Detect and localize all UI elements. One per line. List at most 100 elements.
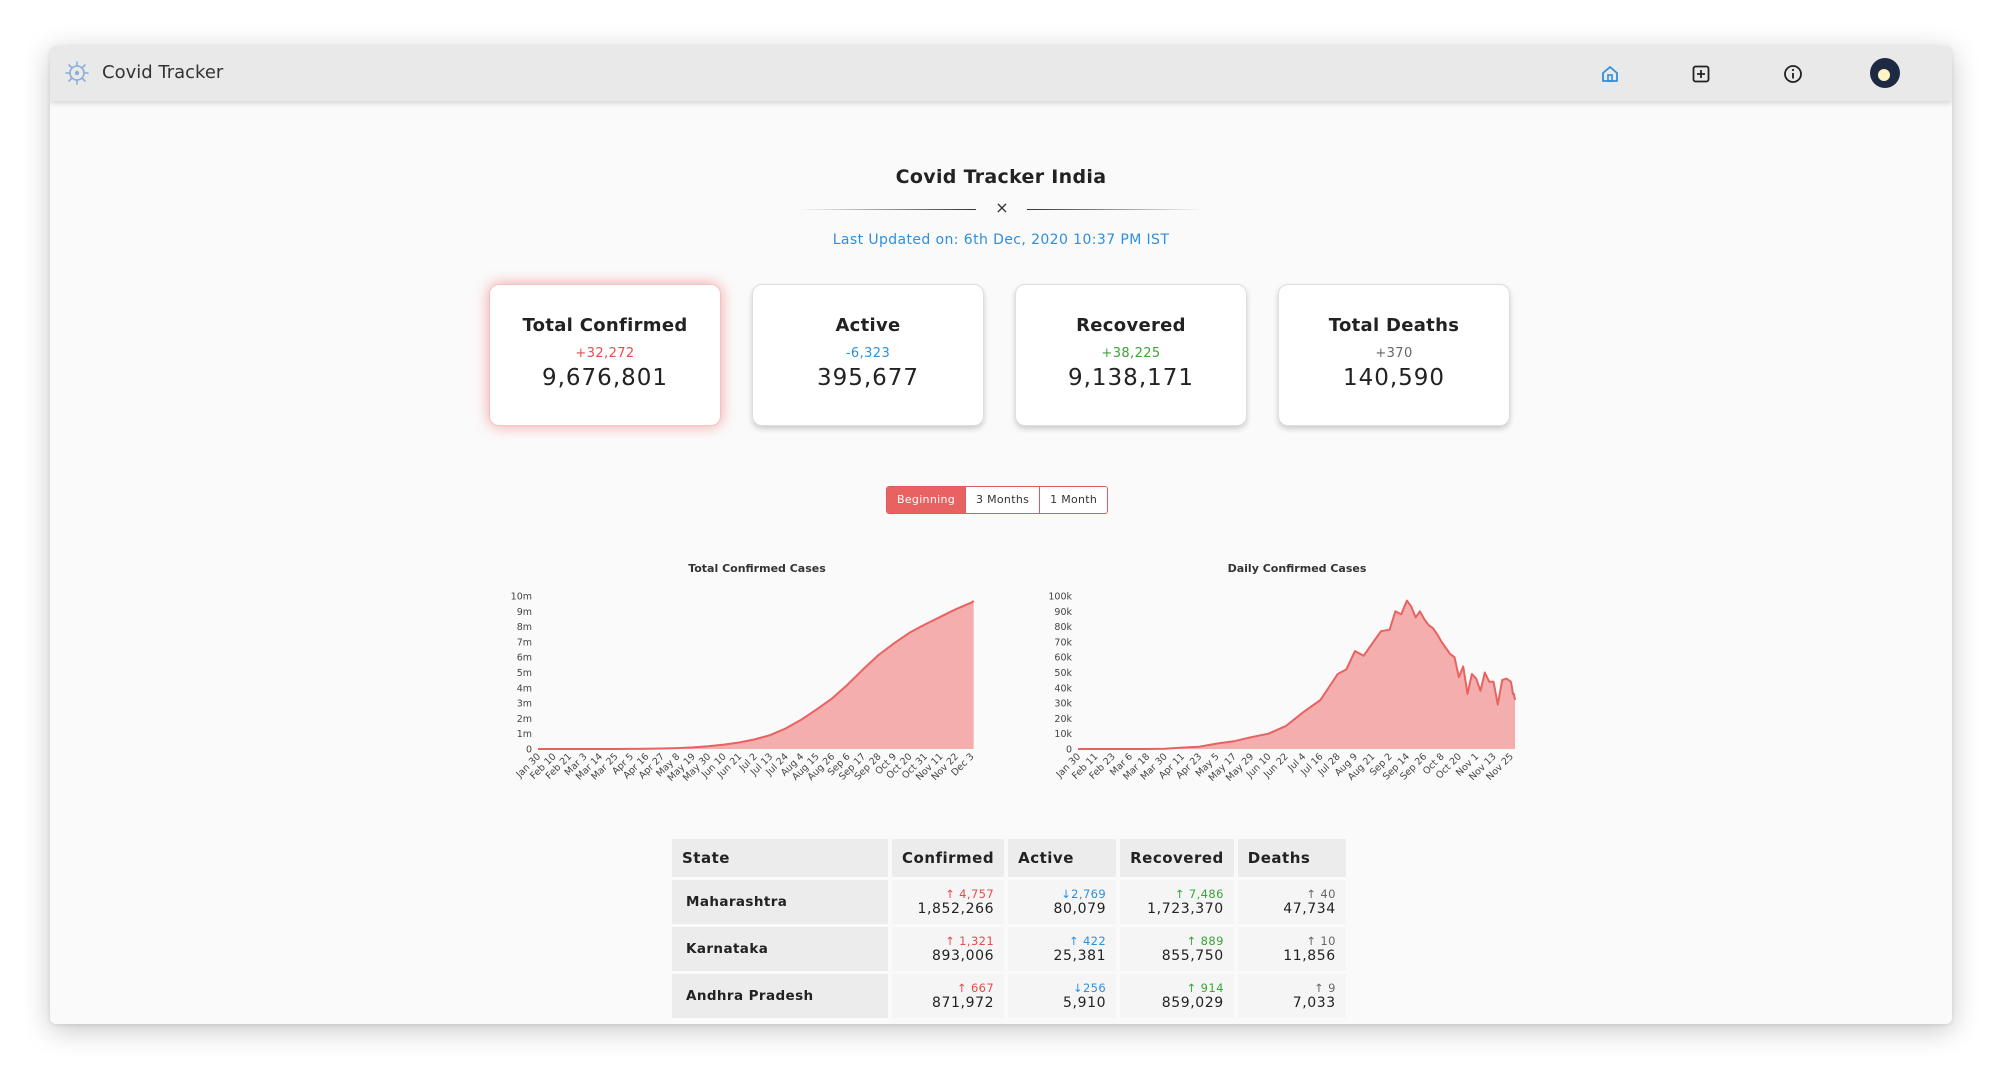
card-title: Recovered — [1076, 315, 1186, 336]
active-value: 80,079 — [1053, 901, 1107, 917]
recovered-cell: ↑ 914 859,029 — [1120, 974, 1234, 1018]
card-total-confirmed[interactable]: Total Confirmed +32,272 9,676,801 — [489, 284, 721, 426]
deaths-delta: ↑ 40 — [1306, 887, 1336, 901]
time-range-toggle: Beginning 3 Months 1 Month — [886, 486, 1109, 514]
table-row[interactable]: Maharashtra ↑ 4,757 1,852,266 ↓2,769 80,07… — [672, 880, 1346, 924]
table-row[interactable]: Karnataka ↑ 1,321 893,006 ↑ 422 25,381 ↑ 8… — [672, 927, 1346, 971]
confirmed-value: 1,852,266 — [917, 901, 995, 917]
home-icon[interactable] — [1597, 61, 1623, 87]
divider-close-icon: × — [995, 198, 1009, 217]
y-tick-label: 5m — [517, 668, 532, 679]
deaths-delta: ↑ 9 — [1313, 981, 1336, 995]
y-tick-label: 2m — [517, 714, 532, 725]
active-cell: ↑ 422 25,381 — [1008, 927, 1117, 971]
page-title: Covid Tracker India — [895, 166, 1107, 188]
range-beginning-button[interactable]: Beginning — [887, 487, 966, 513]
recovered-value: 855,750 — [1161, 948, 1224, 964]
confirmed-cell: ↑ 667 871,972 — [892, 974, 1005, 1018]
header-confirmed[interactable]: Confirmed — [892, 839, 1005, 877]
deaths-delta: ↑ 10 — [1306, 934, 1336, 948]
recovered-value: 859,029 — [1161, 995, 1224, 1011]
confirmed-cell: ↑ 1,321 893,006 — [892, 927, 1005, 971]
state-name: Maharashtra — [672, 880, 888, 924]
chart-svg: Daily Confirmed Cases 0 10k 20k 30k 40k 50k 60k… — [1048, 562, 1516, 784]
deaths-cell: ↑ 40 47,734 — [1237, 880, 1346, 924]
y-tick-label: 0 — [526, 745, 532, 756]
table-header-row: State Confirmed Active Recovered Deaths — [672, 839, 1346, 877]
y-tick-label: 80k — [1054, 622, 1072, 633]
recovered-delta: ↑ 7,486 — [1174, 887, 1224, 901]
chart-title: Total Confirmed Cases — [688, 562, 826, 575]
y-tick-label: 7m — [517, 637, 532, 648]
y-tick-label: 3m — [517, 699, 532, 710]
deaths-cell: ↑ 10 11,856 — [1237, 927, 1346, 971]
card-recovered[interactable]: Recovered +38,225 9,138,171 — [1015, 284, 1247, 426]
virus-logo-icon — [64, 60, 90, 86]
deaths-value: 7,033 — [1292, 995, 1336, 1011]
y-tick-label: 60k — [1054, 653, 1072, 664]
confirmed-cell: ↑ 4,757 1,852,266 — [892, 880, 1005, 924]
last-updated-text: Last Updated on: 6th Dec, 2020 10:37 PM … — [832, 232, 1170, 248]
chart-title: Daily Confirmed Cases — [1228, 562, 1367, 575]
divider-left — [800, 209, 976, 210]
y-tick-label: 20k — [1054, 714, 1072, 725]
card-title: Total Confirmed — [522, 315, 688, 336]
divider-right — [1027, 209, 1203, 210]
app-title: Covid Tracker — [102, 62, 224, 83]
card-value: 9,138,171 — [1067, 365, 1195, 391]
info-circle-icon[interactable] — [1780, 61, 1806, 87]
y-tick-label: 90k — [1054, 607, 1072, 618]
y-tick-label: 4m — [517, 683, 532, 694]
active-cell: ↓2,769 80,079 — [1008, 880, 1117, 924]
y-tick-label: 10k — [1054, 729, 1072, 740]
confirmed-value: 871,972 — [932, 995, 995, 1011]
card-delta: +370 — [1375, 346, 1413, 361]
y-tick-label: 100k — [1048, 592, 1072, 603]
card-value: 9,676,801 — [541, 365, 669, 391]
deaths-cell: ↑ 9 7,033 — [1237, 974, 1346, 1018]
confirmed-delta: ↑ 4,757 — [945, 887, 995, 901]
card-active[interactable]: Active -6,323 395,677 — [752, 284, 984, 426]
deaths-value: 47,734 — [1283, 901, 1336, 917]
moon-icon — [1878, 68, 1890, 81]
header-deaths[interactable]: Deaths — [1237, 839, 1346, 877]
range-1-month-button[interactable]: 1 Month — [1039, 487, 1108, 513]
y-tick-label: 70k — [1054, 637, 1072, 648]
y-tick-label: 1m — [517, 729, 532, 740]
active-delta: ↑ 422 — [1068, 934, 1107, 948]
state-name: Karnataka — [672, 927, 888, 971]
chart-svg: Total Confirmed Cases 0 1m 2m 3m 4m 5m 6m 7m 8m 9m… — [511, 562, 977, 784]
card-value: 140,590 — [1342, 365, 1446, 391]
y-tick-label: 0 — [1066, 745, 1072, 756]
active-delta: ↓256 — [1072, 981, 1107, 995]
card-total-deaths[interactable]: Total Deaths +370 140,590 — [1278, 284, 1510, 426]
series-area — [1078, 600, 1515, 749]
series-area — [538, 600, 974, 749]
active-value: 25,381 — [1053, 948, 1107, 964]
card-title: Active — [835, 315, 901, 336]
header-state[interactable]: State — [672, 839, 888, 877]
plus-square-icon[interactable] — [1688, 61, 1714, 87]
recovered-cell: ↑ 7,486 1,723,370 — [1120, 880, 1234, 924]
card-title: Total Deaths — [1328, 315, 1460, 336]
header-recovered[interactable]: Recovered — [1120, 839, 1234, 877]
recovered-delta: ↑ 914 — [1186, 981, 1224, 995]
app-window: Covid Tracker Covid Tracker India × Last… — [50, 46, 1952, 1024]
total-confirmed-chart: Total Confirmed Cases 0 1m 2m 3m 4m 5m 6m 7m 8m 9m… — [490, 556, 990, 786]
active-value: 5,910 — [1063, 995, 1107, 1011]
active-cell: ↓256 5,910 — [1008, 974, 1117, 1018]
card-delta: +32,272 — [575, 346, 635, 361]
theme-toggle-avatar[interactable] — [1870, 58, 1900, 88]
daily-confirmed-chart: Daily Confirmed Cases 0 10k 20k 30k 40k 50k 60k… — [1030, 556, 1530, 786]
y-tick-label: 9m — [517, 607, 532, 618]
confirmed-value: 893,006 — [932, 948, 995, 964]
range-3-months-button[interactable]: 3 Months — [965, 487, 1040, 513]
header-active[interactable]: Active — [1008, 839, 1117, 877]
table-row[interactable]: Andhra Pradesh ↑ 667 871,972 ↓256 5,910 ↑ … — [672, 974, 1346, 1018]
confirmed-delta: ↑ 667 — [956, 981, 995, 995]
y-tick-label: 50k — [1054, 668, 1072, 679]
y-tick-label: 10m — [511, 592, 532, 603]
y-tick-label: 30k — [1054, 699, 1072, 710]
deaths-value: 11,856 — [1283, 948, 1336, 964]
recovered-delta: ↑ 889 — [1186, 934, 1224, 948]
